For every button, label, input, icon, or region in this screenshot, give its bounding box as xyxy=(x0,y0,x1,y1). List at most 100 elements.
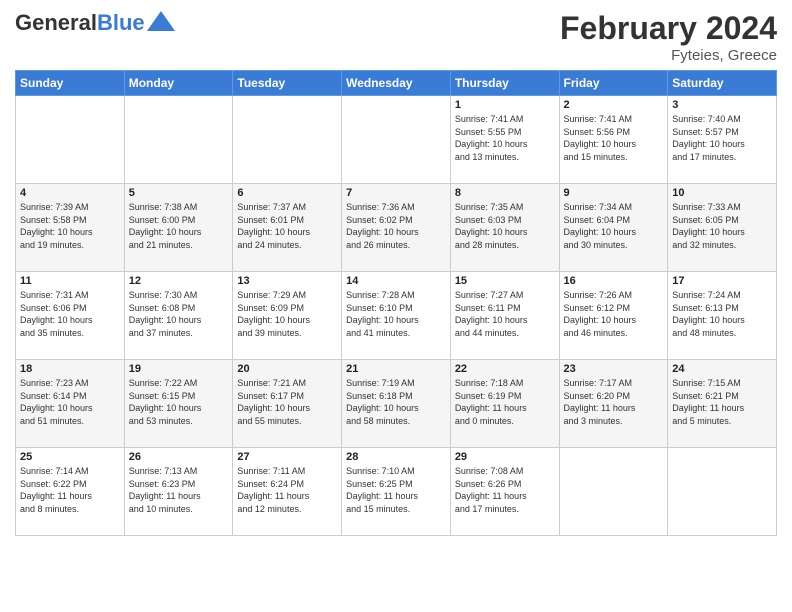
day-info: Sunrise: 7:21 AMSunset: 6:17 PMDaylight:… xyxy=(237,377,337,427)
table-row: 6Sunrise: 7:37 AMSunset: 6:01 PMDaylight… xyxy=(233,184,342,272)
day-info: Sunrise: 7:34 AMSunset: 6:04 PMDaylight:… xyxy=(564,201,664,251)
day-number: 5 xyxy=(129,187,229,199)
table-row: 12 Sunrise: 7:30 AMSunset: 6:08 PMDayligh… xyxy=(124,272,233,360)
day-number: 3 xyxy=(672,99,772,111)
day-info: Sunrise: 7:36 AMSunset: 6:02 PMDaylight:… xyxy=(346,201,446,251)
table-row xyxy=(16,96,125,184)
day-info: Sunrise: 7:39 AMSunset: 5:58 PMDaylight:… xyxy=(20,201,120,251)
day-number: 9 xyxy=(564,187,664,199)
table-row: 13 Sunrise: 7:29 AMSunset: 6:09 PMDayligh… xyxy=(233,272,342,360)
day-number: 4 xyxy=(20,187,120,199)
day-number: 19 xyxy=(129,363,229,375)
day-info: Sunrise: 7:31 AMSunset: 6:06 PMDaylight:… xyxy=(20,289,120,339)
day-info: Sunrise: 7:26 AMSunset: 6:12 PMDaylight:… xyxy=(564,289,664,339)
table-row: 22 Sunrise: 7:18 AMSunset: 6:19 PMDayligh… xyxy=(450,360,559,448)
table-row: 14 Sunrise: 7:28 AMSunset: 6:10 PMDayligh… xyxy=(342,272,451,360)
table-row: 3 Sunrise: 7:40 AMSunset: 5:57 PMDaylight… xyxy=(668,96,777,184)
day-number: 1 xyxy=(455,99,555,111)
day-number: 6 xyxy=(237,187,337,199)
day-info: Sunrise: 7:24 AMSunset: 6:13 PMDaylight:… xyxy=(672,289,772,339)
calendar-table: Sunday Monday Tuesday Wednesday Thursday… xyxy=(15,70,777,536)
day-number: 29 xyxy=(455,451,555,463)
table-row: 11Sunrise: 7:31 AMSunset: 6:06 PMDayligh… xyxy=(16,272,125,360)
table-row: 8Sunrise: 7:35 AMSunset: 6:03 PMDaylight… xyxy=(450,184,559,272)
day-info: Sunrise: 7:19 AMSunset: 6:18 PMDaylight:… xyxy=(346,377,446,427)
calendar-week-row: 25 Sunrise: 7:14 AMSunset: 6:22 PMDayligh… xyxy=(16,448,777,536)
day-info: Sunrise: 7:23 AMSunset: 6:14 PMDaylight:… xyxy=(20,377,120,427)
day-info: Sunrise: 7:13 AMSunset: 6:23 PMDaylight:… xyxy=(129,465,229,515)
day-number: 25 xyxy=(20,451,120,463)
day-info: Sunrise: 7:41 AMSunset: 5:56 PMDaylight:… xyxy=(564,113,664,163)
day-info: Sunrise: 7:11 AMSunset: 6:24 PMDaylight:… xyxy=(237,465,337,515)
table-row: 4 Sunrise: 7:39 AMSunset: 5:58 PMDaylight… xyxy=(16,184,125,272)
day-info: Sunrise: 7:30 AMSunset: 6:08 PMDaylight:… xyxy=(129,289,229,339)
calendar-title: February 2024 xyxy=(560,10,777,47)
table-row: 18Sunrise: 7:23 AMSunset: 6:14 PMDayligh… xyxy=(16,360,125,448)
day-info: Sunrise: 7:33 AMSunset: 6:05 PMDaylight:… xyxy=(672,201,772,251)
col-wednesday: Wednesday xyxy=(342,71,451,96)
calendar-subtitle: Fyteies, Greece xyxy=(560,47,777,64)
table-row: 17 Sunrise: 7:24 AMSunset: 6:13 PMDayligh… xyxy=(668,272,777,360)
logo-blue: Blue xyxy=(97,10,145,36)
table-row: 23 Sunrise: 7:17 AMSunset: 6:20 PMDayligh… xyxy=(559,360,668,448)
day-number: 15 xyxy=(455,275,555,287)
table-row: 19 Sunrise: 7:22 AMSunset: 6:15 PMDayligh… xyxy=(124,360,233,448)
calendar-week-row: 11Sunrise: 7:31 AMSunset: 6:06 PMDayligh… xyxy=(16,272,777,360)
table-row: 9 Sunrise: 7:34 AMSunset: 6:04 PMDaylight… xyxy=(559,184,668,272)
day-number: 27 xyxy=(237,451,337,463)
col-saturday: Saturday xyxy=(668,71,777,96)
day-number: 22 xyxy=(455,363,555,375)
calendar-week-row: 4 Sunrise: 7:39 AMSunset: 5:58 PMDaylight… xyxy=(16,184,777,272)
table-row xyxy=(559,448,668,536)
day-info: Sunrise: 7:15 AMSunset: 6:21 PMDaylight:… xyxy=(672,377,772,427)
col-friday: Friday xyxy=(559,71,668,96)
day-number: 10 xyxy=(672,187,772,199)
day-number: 20 xyxy=(237,363,337,375)
calendar-header-row: Sunday Monday Tuesday Wednesday Thursday… xyxy=(16,71,777,96)
day-info: Sunrise: 7:22 AMSunset: 6:15 PMDaylight:… xyxy=(129,377,229,427)
col-sunday: Sunday xyxy=(16,71,125,96)
table-row: 1 Sunrise: 7:41 AMSunset: 5:55 PMDaylight… xyxy=(450,96,559,184)
col-tuesday: Tuesday xyxy=(233,71,342,96)
day-info: Sunrise: 7:17 AMSunset: 6:20 PMDaylight:… xyxy=(564,377,664,427)
table-row: 24Sunrise: 7:15 AMSunset: 6:21 PMDayligh… xyxy=(668,360,777,448)
table-row xyxy=(668,448,777,536)
day-number: 17 xyxy=(672,275,772,287)
day-number: 23 xyxy=(564,363,664,375)
day-number: 14 xyxy=(346,275,446,287)
table-row: 29Sunrise: 7:08 AMSunset: 6:26 PMDayligh… xyxy=(450,448,559,536)
day-info: Sunrise: 7:14 AMSunset: 6:22 PMDaylight:… xyxy=(20,465,120,515)
logo: General Blue xyxy=(15,10,175,36)
table-row: 2 Sunrise: 7:41 AMSunset: 5:56 PMDaylight… xyxy=(559,96,668,184)
day-number: 8 xyxy=(455,187,555,199)
table-row: 28Sunrise: 7:10 AMSunset: 6:25 PMDayligh… xyxy=(342,448,451,536)
logo-general: General xyxy=(15,10,97,36)
table-row: 16 Sunrise: 7:26 AMSunset: 6:12 PMDayligh… xyxy=(559,272,668,360)
day-info: Sunrise: 7:27 AMSunset: 6:11 PMDaylight:… xyxy=(455,289,555,339)
table-row: 20 Sunrise: 7:21 AMSunset: 6:17 PMDayligh… xyxy=(233,360,342,448)
day-number: 26 xyxy=(129,451,229,463)
day-number: 16 xyxy=(564,275,664,287)
table-row xyxy=(233,96,342,184)
day-number: 13 xyxy=(237,275,337,287)
day-number: 12 xyxy=(129,275,229,287)
title-block: February 2024 Fyteies, Greece xyxy=(560,10,777,64)
day-info: Sunrise: 7:28 AMSunset: 6:10 PMDaylight:… xyxy=(346,289,446,339)
table-row: 26 Sunrise: 7:13 AMSunset: 6:23 PMDayligh… xyxy=(124,448,233,536)
day-number: 21 xyxy=(346,363,446,375)
logo-icon xyxy=(147,11,175,31)
day-info: Sunrise: 7:29 AMSunset: 6:09 PMDaylight:… xyxy=(237,289,337,339)
day-number: 2 xyxy=(564,99,664,111)
table-row: 10 Sunrise: 7:33 AMSunset: 6:05 PMDayligh… xyxy=(668,184,777,272)
calendar-week-row: 1 Sunrise: 7:41 AMSunset: 5:55 PMDaylight… xyxy=(16,96,777,184)
day-info: Sunrise: 7:40 AMSunset: 5:57 PMDaylight:… xyxy=(672,113,772,163)
day-info: Sunrise: 7:18 AMSunset: 6:19 PMDaylight:… xyxy=(455,377,555,427)
calendar-page: General Blue February 2024 Fyteies, Gree… xyxy=(0,0,792,612)
calendar-week-row: 18Sunrise: 7:23 AMSunset: 6:14 PMDayligh… xyxy=(16,360,777,448)
day-info: Sunrise: 7:38 AMSunset: 6:00 PMDaylight:… xyxy=(129,201,229,251)
table-row: 7Sunrise: 7:36 AMSunset: 6:02 PMDaylight… xyxy=(342,184,451,272)
table-row xyxy=(124,96,233,184)
table-row: 25 Sunrise: 7:14 AMSunset: 6:22 PMDayligh… xyxy=(16,448,125,536)
table-row: 27 Sunrise: 7:11 AMSunset: 6:24 PMDayligh… xyxy=(233,448,342,536)
day-info: Sunrise: 7:41 AMSunset: 5:55 PMDaylight:… xyxy=(455,113,555,163)
